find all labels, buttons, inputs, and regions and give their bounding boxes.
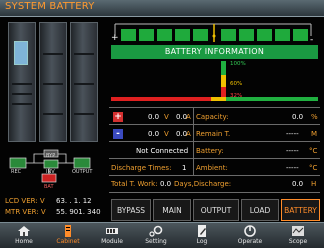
ambient-temp-unit: °C	[309, 164, 318, 172]
nav-cabinet-label: Cabinet	[56, 238, 80, 245]
load-button[interactable]: LOAD	[241, 199, 279, 221]
operate-icon	[244, 225, 256, 237]
remain-time-label: Remain T.	[196, 130, 231, 138]
discharge-times-label: Discharge Times:	[111, 164, 172, 172]
battery-string-graphic: + -	[111, 23, 313, 44]
nav-cabinet[interactable]: Cabinet	[48, 223, 88, 248]
lcd-version-label: LCD VER: V	[5, 197, 45, 205]
title-bar: SYSTEM BATTERY	[0, 0, 324, 17]
mtr-version-value: 55. 901. 340	[56, 208, 101, 216]
negative-current-unit: A	[186, 130, 191, 138]
diagram-output-label: OUTPUT	[72, 169, 93, 175]
nav-operate-label: Operate	[237, 238, 263, 245]
svg-text:+: +	[111, 33, 119, 43]
battery-temp-unit: °C	[309, 147, 318, 155]
bat-block	[41, 173, 57, 183]
main-button[interactable]: MAIN	[153, 199, 191, 221]
ups-screen: SYSTEM BATTERY BYP REC INV OUTPUT BAT LC…	[0, 0, 324, 248]
positive-current-unit: A	[186, 113, 191, 121]
cabinet-image-1	[8, 22, 36, 142]
diagram-bat-label: BAT	[44, 184, 54, 190]
bottom-nav-bar: Home Cabinet Module Setting Log Operate …	[0, 222, 324, 248]
diagram-inv-label: INV	[46, 169, 55, 175]
rec-block	[9, 157, 27, 169]
cabinet-image-3	[70, 22, 98, 142]
level-100-label: 100%	[230, 61, 246, 67]
lcd-version-value: 63. . 1. 12	[56, 197, 92, 205]
nav-setting-label: Setting	[145, 238, 167, 245]
home-icon	[18, 226, 30, 236]
nav-home-label: Home	[15, 238, 33, 245]
nav-log-label: Log	[196, 238, 208, 245]
capacity-label: Capacity:	[196, 113, 229, 121]
battery-info-title: BATTERY INFORMATION	[164, 47, 265, 56]
setting-icon	[149, 225, 163, 237]
capacity-value: 0.0	[292, 113, 304, 121]
ambient-temp-label: Ambient:	[196, 164, 228, 172]
nav-home[interactable]: Home	[4, 223, 44, 248]
negative-pole-badge: -	[113, 129, 123, 139]
nav-setting[interactable]: Setting	[136, 223, 176, 248]
nav-operate[interactable]: Operate	[230, 223, 270, 248]
ambient-temp-value: -----	[286, 164, 299, 172]
battery-connection-status: Not Connected	[136, 147, 189, 155]
cabinet-window	[14, 41, 28, 65]
negative-voltage: 0.0	[148, 130, 160, 138]
battery-info-header: BATTERY INFORMATION	[111, 45, 318, 59]
positive-pole-badge: +	[113, 112, 123, 122]
inv-block	[43, 159, 59, 169]
nav-log[interactable]: Log	[182, 223, 222, 248]
days-discharge-value: 0.0	[292, 180, 304, 188]
positive-voltage-unit: V	[164, 113, 169, 121]
nav-scope[interactable]: Scope	[278, 223, 318, 248]
battery-button[interactable]: BATTERY	[281, 199, 320, 221]
remain-time-value: -----	[286, 130, 299, 138]
negative-voltage-unit: V	[164, 130, 169, 138]
output-block	[73, 157, 91, 169]
days-discharge-unit: H	[311, 180, 317, 188]
positive-voltage: 0.0	[148, 113, 160, 121]
level-32-label: 32%	[230, 93, 243, 99]
module-icon	[106, 228, 118, 234]
nav-module-label: Module	[101, 238, 123, 245]
mtr-version-label: MTR VER: V	[5, 208, 46, 216]
nav-scope-label: Scope	[288, 238, 308, 245]
total-work-value: 0.0	[160, 180, 172, 188]
nav-module[interactable]: Module	[92, 223, 132, 248]
discharge-times-value: 1	[182, 164, 187, 172]
output-button[interactable]: OUTPUT	[193, 199, 239, 221]
diagram-byp-label: BYP	[46, 153, 56, 159]
diagram-rec-label: REC	[11, 169, 22, 175]
svg-text:-: -	[310, 35, 313, 44]
log-icon	[198, 225, 206, 237]
capacity-unit: %	[311, 113, 318, 121]
level-60-label: 60%	[230, 81, 243, 87]
bypass-button[interactable]: BYPASS	[111, 199, 151, 221]
page-title: SYSTEM BATTERY	[5, 1, 95, 12]
battery-temp-value: -----	[286, 147, 299, 155]
battery-level-gauge	[111, 61, 318, 101]
battery-temp-label: Battery:	[196, 147, 224, 155]
cabinet-icon	[65, 225, 71, 237]
remain-time-unit: M	[311, 130, 318, 138]
scope-icon	[292, 226, 304, 236]
cabinet-image-2	[39, 22, 67, 142]
days-discharge-label: Days,Discharge:	[174, 180, 232, 188]
total-work-label: Total T. Work:	[111, 180, 158, 188]
